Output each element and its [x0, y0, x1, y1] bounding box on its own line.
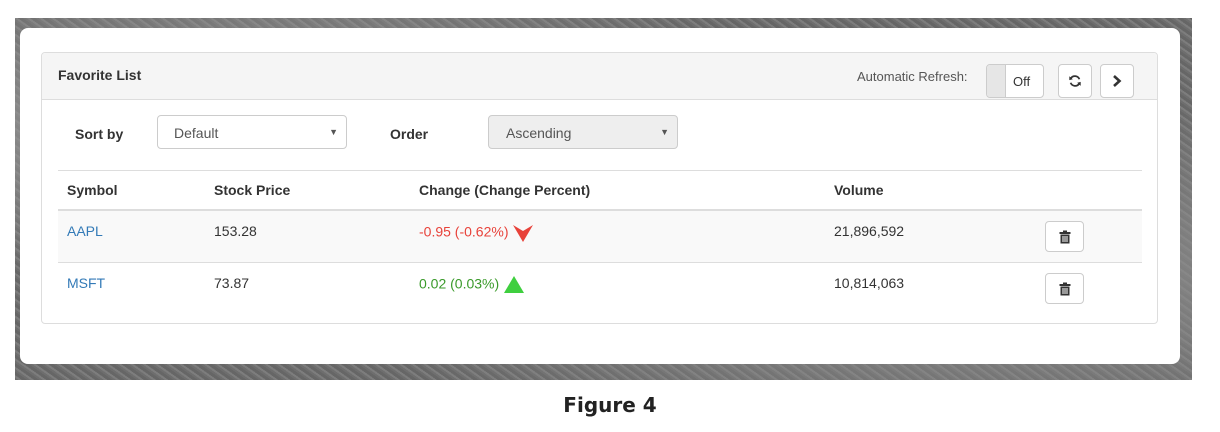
- header-volume: Volume: [825, 170, 1015, 211]
- table-header-row: Symbol Stock Price Change (Change Percen…: [58, 170, 1142, 211]
- chevron-right-icon: [1113, 75, 1122, 87]
- toggle-handle: [987, 65, 1006, 97]
- volume: 10,814,063: [834, 275, 905, 291]
- figure-caption: Figure 4: [563, 393, 657, 417]
- caret-down-icon: ▼: [329, 127, 338, 137]
- change-value: 0.02 (0.03%): [419, 275, 500, 292]
- delete-button[interactable]: [1045, 273, 1084, 304]
- order-value: Ascending: [506, 125, 572, 141]
- screenshot-frame: Favorite List Automatic Refresh: Off Sor…: [15, 18, 1192, 380]
- header-stock-price: Stock Price: [205, 170, 410, 211]
- order-select[interactable]: Ascending ▼: [488, 115, 678, 149]
- change-value: -0.95 (-0.62%): [419, 223, 509, 240]
- automatic-refresh-toggle[interactable]: Off: [986, 64, 1044, 98]
- table-row: AAPL 153.28 -0.95 (-0.62%) 21,896,592: [58, 209, 1142, 263]
- change-cell: -0.95 (-0.62%): [419, 211, 825, 243]
- delete-button[interactable]: [1045, 221, 1084, 252]
- up-arrow-icon: [504, 276, 525, 293]
- volume: 21,896,592: [834, 223, 905, 239]
- symbol-link[interactable]: MSFT: [67, 263, 205, 291]
- sort-by-select[interactable]: Default ▼: [157, 115, 347, 149]
- stock-price: 153.28: [214, 223, 257, 239]
- favorite-list-panel: Favorite List Automatic Refresh: Off Sor…: [41, 52, 1158, 324]
- favorites-table: Symbol Stock Price Change (Change Percen…: [58, 170, 1142, 314]
- down-arrow-icon: [513, 225, 534, 242]
- panel-heading: Favorite List Automatic Refresh: Off: [42, 53, 1157, 100]
- sort-by-label: Sort by: [75, 126, 124, 142]
- sort-by-value: Default: [174, 125, 219, 141]
- next-button[interactable]: [1100, 64, 1134, 98]
- change-cell: 0.02 (0.03%): [419, 263, 825, 295]
- header-actions: [1015, 170, 1142, 211]
- automatic-refresh-label: Automatic Refresh:: [857, 69, 968, 84]
- trash-icon: [1059, 282, 1070, 295]
- stock-price: 73.87: [214, 275, 250, 291]
- caret-down-icon: ▼: [660, 127, 669, 137]
- toggle-state: Off: [1013, 74, 1031, 89]
- header-symbol: Symbol: [58, 170, 205, 211]
- order-label: Order: [390, 126, 429, 142]
- panel-title: Favorite List: [58, 67, 142, 83]
- refresh-button[interactable]: [1058, 64, 1092, 98]
- table-row: MSFT 73.87 0.02 (0.03%) 10,814,063: [58, 262, 1142, 314]
- main-card: Favorite List Automatic Refresh: Off Sor…: [20, 28, 1180, 364]
- trash-icon: [1059, 230, 1070, 243]
- symbol-link[interactable]: AAPL: [67, 211, 205, 239]
- sort-controls: Sort by Default ▼ Order Ascending ▼: [42, 99, 1157, 171]
- header-change: Change (Change Percent): [410, 170, 825, 211]
- refresh-icon: [1069, 75, 1081, 87]
